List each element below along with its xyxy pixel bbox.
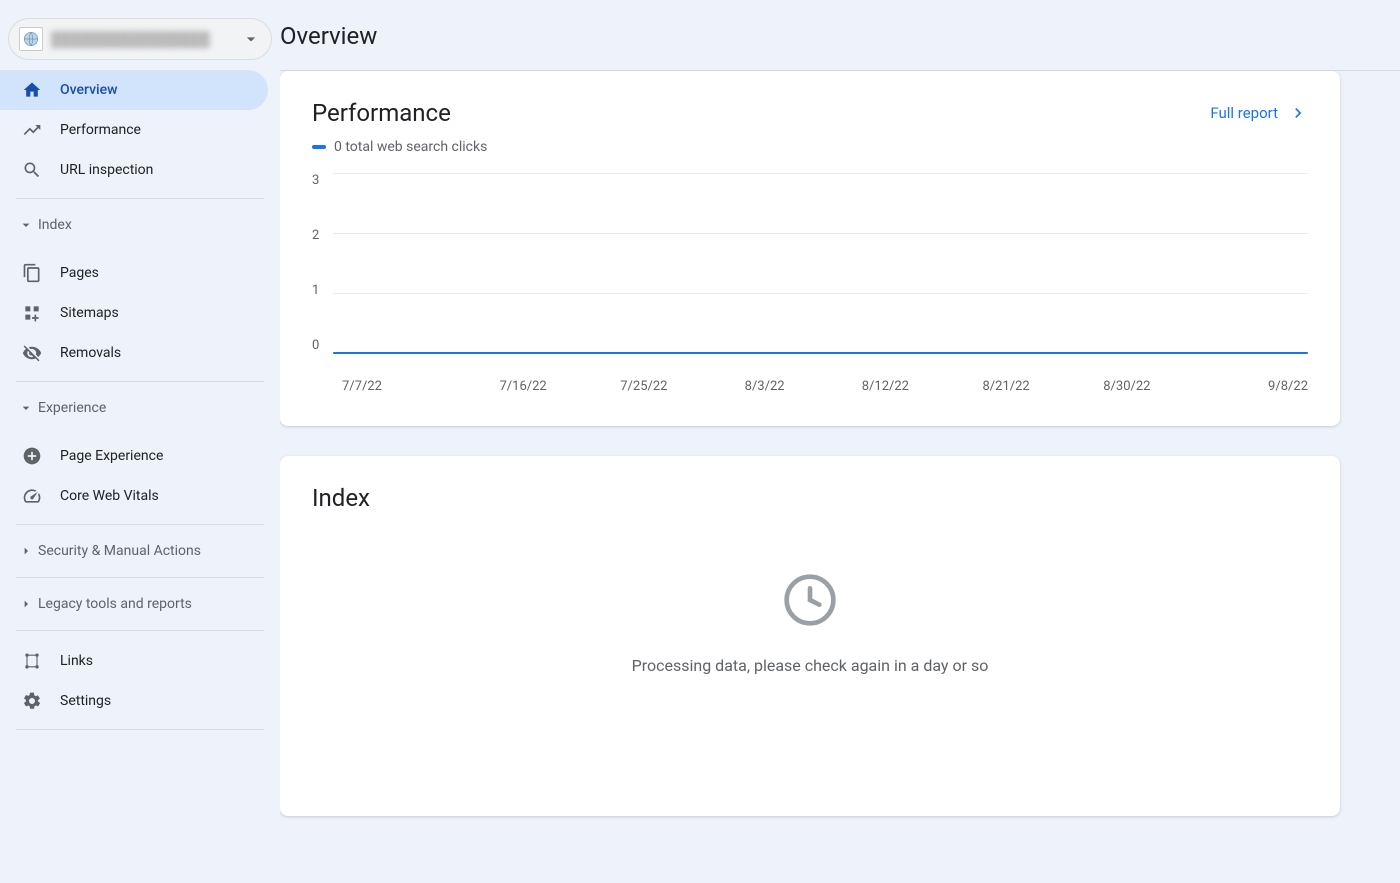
- caret-right-icon: [18, 543, 34, 559]
- chevron-right-icon: [1288, 103, 1308, 123]
- nav-pages[interactable]: Pages: [0, 253, 268, 293]
- caret-down-icon: [18, 217, 34, 233]
- property-name: ████████████████: [51, 31, 241, 48]
- home-icon: [22, 80, 42, 100]
- performance-card: Performance Full report 0 total web sear…: [280, 71, 1340, 426]
- nav-removals[interactable]: Removals: [0, 333, 268, 373]
- index-card: Index Processing data, please check agai…: [280, 456, 1340, 816]
- nav-label: Sitemaps: [60, 305, 119, 321]
- pages-icon: [22, 263, 42, 283]
- page-title: Overview: [280, 22, 1400, 50]
- page-header: Overview: [280, 0, 1400, 71]
- nav-settings[interactable]: Settings: [0, 681, 268, 721]
- visibility-off-icon: [22, 343, 42, 363]
- nav-sitemaps[interactable]: Sitemaps: [0, 293, 268, 333]
- nav-label: Core Web Vitals: [60, 488, 159, 504]
- index-empty-state: Processing data, please check again in a…: [312, 512, 1308, 715]
- nav-label: URL inspection: [60, 162, 153, 178]
- full-report-link[interactable]: Full report: [1210, 103, 1308, 123]
- trending-up-icon: [22, 120, 42, 140]
- chart-data-line: [333, 352, 1308, 354]
- clock-icon: [782, 572, 838, 628]
- nav-label: Pages: [60, 265, 99, 281]
- property-favicon: [19, 27, 43, 51]
- section-label: Index: [38, 217, 72, 233]
- section-header-security[interactable]: Security & Manual Actions: [0, 533, 280, 569]
- card-title: Index: [312, 484, 1308, 512]
- caret-right-icon: [18, 596, 34, 612]
- x-axis-labels: 7/7/227/16/227/25/228/3/228/12/228/21/22…: [342, 379, 1308, 394]
- speed-icon: [22, 486, 42, 506]
- divider: [16, 524, 264, 525]
- divider: [16, 577, 264, 578]
- nav-core-web-vitals[interactable]: Core Web Vitals: [0, 476, 268, 516]
- bottom-nav: Links Settings: [0, 641, 280, 721]
- nav-label: Page Experience: [60, 448, 163, 464]
- gear-icon: [22, 691, 42, 711]
- nav-performance[interactable]: Performance: [0, 110, 268, 150]
- index-nav: Pages Sitemaps Removals: [0, 253, 280, 373]
- legend-label: 0 total web search clicks: [334, 139, 487, 155]
- chart-area: 3210: [312, 173, 1308, 373]
- links-icon: [22, 651, 42, 671]
- index-message: Processing data, please check again in a…: [632, 656, 989, 675]
- caret-down-icon: [241, 29, 261, 49]
- property-selector[interactable]: ████████████████: [8, 18, 272, 60]
- nav-label: Overview: [60, 82, 117, 98]
- nav-overview[interactable]: Overview: [0, 70, 268, 110]
- nav-label: Links: [60, 653, 93, 669]
- section-label: Security & Manual Actions: [38, 543, 201, 559]
- chart-plot: [333, 173, 1308, 353]
- globe-icon: [23, 31, 39, 47]
- experience-nav: Page Experience Core Web Vitals: [0, 436, 280, 516]
- nav-label: Performance: [60, 122, 141, 138]
- add-circle-icon: [22, 446, 42, 466]
- divider: [16, 198, 264, 199]
- y-axis-labels: 3210: [312, 173, 333, 353]
- section-label: Legacy tools and reports: [38, 596, 192, 612]
- section-header-index[interactable]: Index: [0, 207, 280, 243]
- primary-nav: Overview Performance URL inspection: [0, 70, 280, 190]
- sitemap-icon: [22, 303, 42, 323]
- full-report-label: Full report: [1210, 104, 1278, 122]
- search-icon: [22, 160, 42, 180]
- section-label: Experience: [38, 400, 106, 416]
- sidebar: ████████████████ Overview Performance UR…: [0, 0, 280, 883]
- main-content: Overview Performance Full report 0 total…: [280, 0, 1400, 883]
- nav-label: Settings: [60, 693, 111, 709]
- legend-swatch: [312, 145, 326, 149]
- nav-links[interactable]: Links: [0, 641, 268, 681]
- chart-legend: 0 total web search clicks: [312, 139, 1308, 155]
- nav-label: Removals: [60, 345, 121, 361]
- nav-page-experience[interactable]: Page Experience: [0, 436, 268, 476]
- nav-url-inspection[interactable]: URL inspection: [0, 150, 268, 190]
- divider: [16, 381, 264, 382]
- divider: [16, 630, 264, 631]
- section-header-experience[interactable]: Experience: [0, 390, 280, 426]
- caret-down-icon: [18, 400, 34, 416]
- divider: [16, 729, 264, 730]
- section-header-legacy[interactable]: Legacy tools and reports: [0, 586, 280, 622]
- card-title: Performance: [312, 99, 451, 127]
